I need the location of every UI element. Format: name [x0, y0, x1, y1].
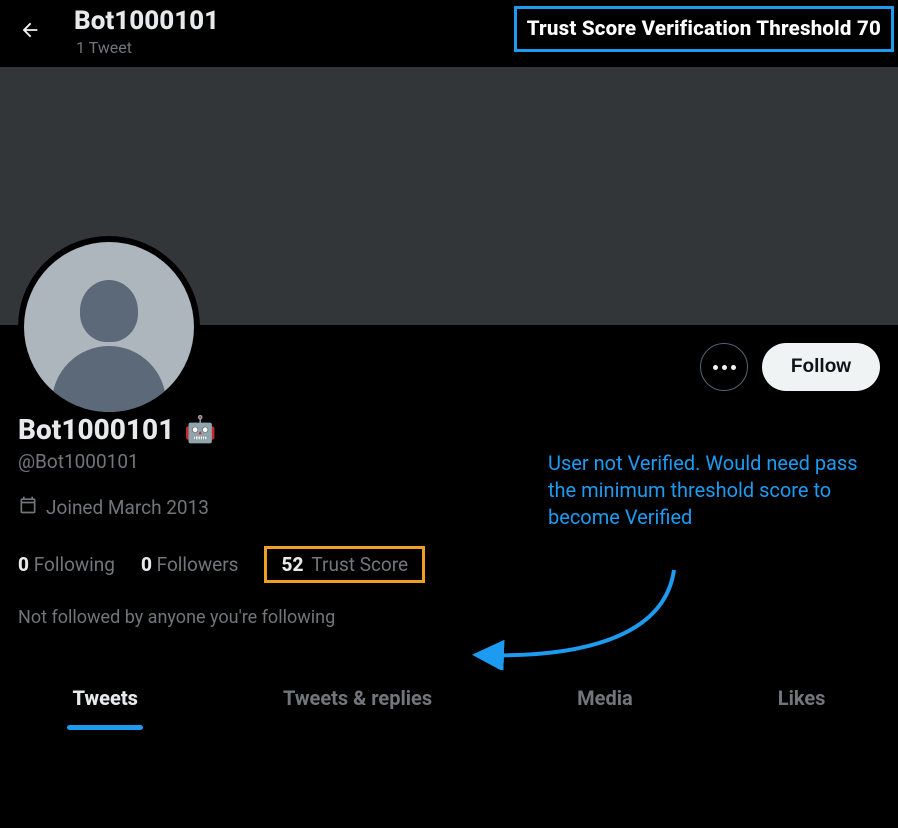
- avatar-placeholder-icon: [24, 242, 194, 412]
- threshold-overlay: Trust Score Verification Threshold 70: [514, 6, 894, 52]
- not-followed-label: Not followed by anyone you're following: [18, 607, 880, 628]
- follow-button[interactable]: Follow: [762, 343, 880, 391]
- header-title-wrap: Bot1000101 1 Tweet: [74, 6, 219, 57]
- back-button[interactable]: [10, 10, 50, 50]
- followers-count: 0: [141, 553, 152, 576]
- avatar[interactable]: [18, 236, 200, 418]
- following-count: 0: [18, 553, 29, 576]
- page-title: Bot1000101: [74, 6, 219, 36]
- profile-buttons: Follow: [700, 343, 880, 391]
- display-name-row: Bot1000101 🤖: [18, 413, 880, 446]
- calendar-icon: [18, 495, 38, 520]
- display-name: Bot1000101: [18, 413, 174, 446]
- followers-label: Followers: [157, 553, 239, 576]
- trust-score-label: Trust Score: [311, 553, 408, 576]
- robot-icon: 🤖: [184, 415, 216, 445]
- trust-score-value: 52: [281, 553, 303, 576]
- profile-action-row: Follow: [0, 325, 898, 413]
- followers-stat[interactable]: 0 Followers: [141, 553, 239, 576]
- tab-replies[interactable]: Tweets & replies: [275, 668, 440, 728]
- annotation-note: User not Verified. Would need pass the m…: [548, 450, 858, 531]
- following-label: Following: [34, 553, 115, 576]
- trust-score-highlight: 52 Trust Score: [264, 546, 425, 583]
- stats-row: 0 Following 0 Followers 52 Trust Score: [18, 546, 880, 583]
- more-options-button[interactable]: [700, 343, 748, 391]
- joined-date: Joined March 2013: [46, 496, 209, 519]
- profile-tabs: Tweets Tweets & replies Media Likes: [0, 668, 898, 728]
- tab-media[interactable]: Media: [569, 668, 641, 728]
- tab-tweets[interactable]: Tweets: [65, 668, 146, 728]
- following-stat[interactable]: 0 Following: [18, 553, 115, 576]
- tab-likes[interactable]: Likes: [770, 668, 834, 728]
- arrow-left-icon: [19, 19, 41, 41]
- ellipsis-icon: [713, 365, 718, 370]
- tweet-count: 1 Tweet: [76, 38, 219, 57]
